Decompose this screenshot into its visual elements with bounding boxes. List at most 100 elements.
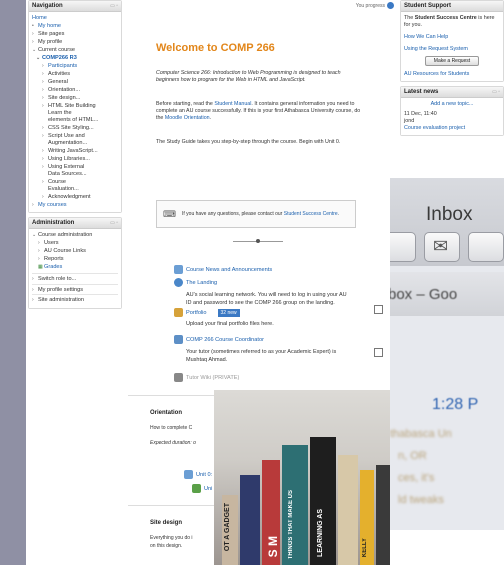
inbox-toolbar: Inbox ✉ (390, 178, 504, 266)
news-author: jond (404, 118, 415, 124)
activity-landing-label[interactable]: The Landing (186, 280, 217, 286)
nav-activities[interactable]: › Activities (32, 70, 118, 78)
admin-users[interactable]: › Users (32, 239, 118, 247)
nav-external-line2: Data Sources... (48, 170, 87, 177)
activity-wiki-label[interactable]: Tutor Wiki (PRIVATE) (186, 375, 239, 381)
contact-notice: ⌨ If you have any questions, please cont… (156, 200, 356, 228)
book-spine (376, 465, 390, 565)
nav-acknowledgment[interactable]: › Acknowledgment (32, 193, 118, 201)
book-spine (240, 475, 260, 565)
portfolio-completion-checkbox[interactable] (374, 305, 383, 314)
coordinator-completion-checkbox[interactable] (374, 348, 383, 357)
nav-my-home[interactable]: • My home (32, 22, 118, 30)
activity-news-label[interactable]: Course News and Announcements (186, 267, 272, 273)
latest-news-body: Add a new topic... 11 Dec, 11:40 jond Co… (401, 98, 503, 135)
inbox-blurred-text: thabasca Un (390, 428, 452, 440)
nav-script-use[interactable]: › Script Use and Augmentation... (32, 132, 118, 147)
nav-orientation[interactable]: › Orientation... (32, 86, 118, 94)
nav-site-pages[interactable]: › Site pages (32, 30, 118, 38)
inbox-window-title-text: box – Goo (390, 286, 458, 303)
unit0-link[interactable]: Unit 0: C (184, 470, 218, 479)
nav-my-profile[interactable]: › My profile (32, 38, 118, 46)
welcome-intro: Computer Science 266: Introduction to We… (156, 70, 361, 84)
nav-html-label: HTML Site Building Learn the elements of H… (48, 103, 98, 124)
admin-course-administration[interactable]: ⌄ Course administration (32, 231, 118, 239)
nav-course-evaluation[interactable]: › Course Evaluation... (32, 178, 118, 193)
unit-link[interactable]: Uni (192, 484, 212, 493)
nav-css-styling[interactable]: › CSS Site Styling... (32, 124, 118, 132)
add-topic-link[interactable]: Add a new topic... (431, 101, 474, 107)
request-system-link[interactable]: Using the Request System (404, 46, 468, 52)
page-icon (174, 335, 183, 344)
au-resources-link[interactable]: AU Resources for Students (404, 71, 469, 77)
nav-site-design[interactable]: › Site design... (32, 94, 118, 102)
administration-tree: ⌄ Course administration › Users › AU Course… (29, 229, 121, 308)
admin-profile-settings[interactable]: › My profile settings (32, 283, 118, 295)
activity-portfolio-label[interactable]: Portfolio (186, 310, 207, 316)
admin-grades-link[interactable]: Grades (44, 264, 62, 271)
activity-news-forum[interactable]: Course News and Announcements (174, 265, 272, 274)
administration-block: Administration ▭ ▫ ⌄ Course administratio… (28, 217, 122, 309)
nav-script-line1: Script Use and (48, 132, 85, 139)
activity-the-landing[interactable]: The Landing (174, 278, 217, 287)
book-title-text: KELLY (362, 537, 368, 557)
nav-my-home-link[interactable]: My home (38, 23, 61, 30)
admin-reports-label: Reports (44, 255, 64, 262)
student-success-centre-link[interactable]: Student Success Centre (284, 211, 338, 217)
nav-using-libraries[interactable]: › Using Libraries... (32, 155, 118, 163)
inbox-photo: Inbox ✉ box – Goo 1:28 P thabasca Un n, … (390, 178, 504, 530)
new-submissions-badge: 32 new (217, 308, 240, 317)
inbox-time: 1:28 P (432, 396, 479, 413)
activity-course-coordinator[interactable]: COMP 266 Course Coordinator (174, 335, 264, 344)
unit-label[interactable]: Uni (204, 486, 212, 492)
nav-writing-javascript[interactable]: › Writing JavaScript... (32, 147, 118, 155)
admin-site-administration[interactable]: › Site administration (32, 294, 118, 305)
nav-participants-link[interactable]: Participants (48, 63, 77, 70)
progress-label: You progress (355, 2, 385, 9)
book-spine: LEARNING AS (310, 437, 336, 565)
nav-libraries-label: Using Libraries... (48, 155, 90, 162)
nav-general[interactable]: › General (32, 78, 118, 86)
nav-my-courses-link[interactable]: My courses (38, 202, 67, 209)
site-design-title: Site design (150, 520, 183, 526)
make-request-button[interactable]: Make a Request (425, 56, 479, 66)
admin-switch-role[interactable]: › Switch role to... (32, 273, 118, 284)
nav-external-data[interactable]: › Using External Data Sources... (32, 163, 118, 178)
admin-au-course-links[interactable]: › AU Course Links (32, 247, 118, 255)
navigation-tree: Home • My home › Site pages › My profile ⌄ C… (29, 12, 121, 212)
news-post-link[interactable]: Course evaluation project (404, 125, 465, 131)
navigation-block-header: Navigation ▭ ▫ (29, 1, 121, 12)
instructions-text-a: Before starting, read the (156, 101, 215, 107)
nav-home[interactable]: Home (32, 14, 118, 22)
help-icon[interactable] (387, 2, 394, 9)
nav-participants[interactable]: › Participants (32, 62, 118, 70)
nav-current-course[interactable]: ⌄ Current course (32, 46, 118, 54)
nav-html-line2: Learn the (48, 109, 72, 116)
block-controls-icon[interactable]: ▭ ▫ (492, 89, 500, 95)
admin-grades[interactable]: ▦ Grades (32, 263, 118, 271)
block-controls-icon[interactable]: ▭ ▫ (110, 3, 118, 9)
activity-coordinator-label[interactable]: COMP 266 Course Coordinator (186, 337, 264, 343)
toolbar-button: ✉ (424, 232, 460, 262)
admin-reports[interactable]: › Reports (32, 255, 118, 263)
assignment-icon (174, 308, 183, 317)
nav-course-comp266[interactable]: ⌄ COMP266 R3 (32, 54, 118, 62)
activity-portfolio[interactable]: Portfolio 32 new (174, 308, 240, 317)
block-controls-icon[interactable]: ▭ ▫ (110, 220, 118, 226)
administration-heading: Administration (32, 220, 75, 226)
nav-my-courses[interactable]: › My courses (32, 201, 118, 209)
activity-tutor-wiki[interactable]: Tutor Wiki (PRIVATE) (174, 373, 239, 382)
site-design-text: Everything you do i (150, 535, 193, 541)
student-support-block: Student Support The Student Success Cent… (400, 0, 504, 82)
nav-html-site-building[interactable]: › HTML Site Building Learn the elements of … (32, 102, 118, 124)
how-we-can-help-link[interactable]: How We Can Help (404, 34, 448, 40)
inbox-window-title: box – Goo (390, 272, 504, 316)
admin-au-links-label: AU Course Links (44, 247, 86, 254)
administration-block-header: Administration ▭ ▫ (29, 218, 121, 229)
student-manual-link[interactable]: Student Manual (214, 101, 251, 107)
student-support-heading: Student Support (401, 1, 503, 12)
welcome-instructions: Before starting, read the Student Manual… (156, 101, 361, 122)
moodle-orientation-link[interactable]: Moodle Orientation (165, 115, 210, 121)
nav-home-link[interactable]: Home (32, 15, 47, 22)
contact-text: If you have any questions, please contac… (182, 211, 339, 218)
